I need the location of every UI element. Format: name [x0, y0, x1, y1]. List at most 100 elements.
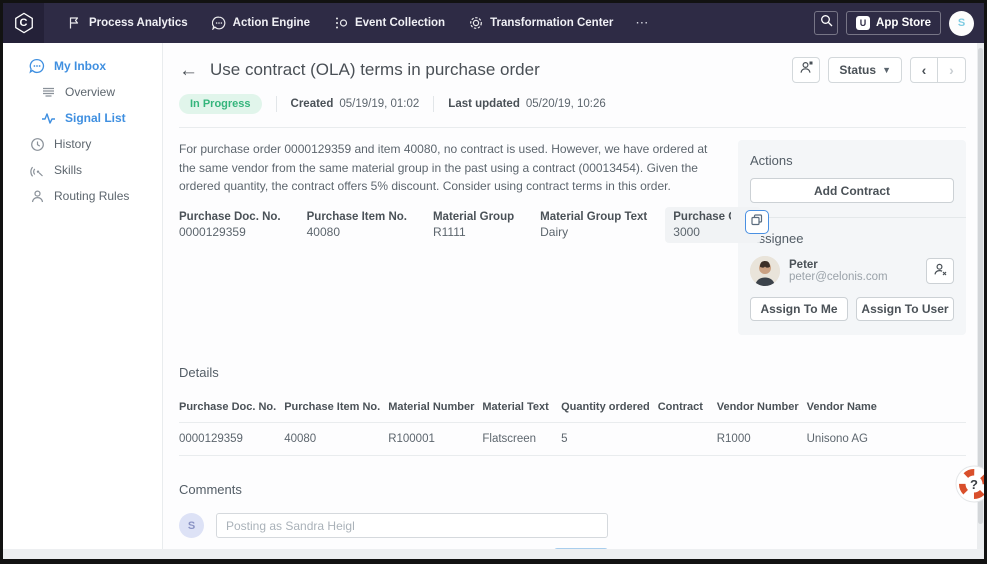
assign-to-me-button[interactable]: Assign To Me — [750, 297, 848, 321]
field-value: 3000 — [673, 225, 731, 239]
add-contract-button[interactable]: Add Contract — [750, 178, 954, 203]
comment-avatar: S — [179, 513, 204, 538]
nav-item-event-collection[interactable]: Event Collection — [322, 3, 457, 43]
page-title: Use contract (OLA) terms in purchase ord… — [210, 60, 540, 80]
details-table: Purchase Doc. No. Purchase Item No. Mate… — [179, 392, 966, 456]
divider — [276, 96, 277, 112]
nav-item-process-analytics[interactable]: Process Analytics — [56, 3, 200, 43]
comments-section: Comments S SEND — [179, 482, 966, 549]
table-cell: 40080 — [284, 423, 388, 456]
sidebar-item-overview[interactable]: Overview — [3, 79, 162, 105]
header-controls: Status ▼ ‹ › — [792, 57, 966, 83]
pulse-icon — [40, 111, 56, 126]
sidebar-item-label: Overview — [65, 85, 115, 99]
nav-menu: Process Analytics Action Engine Event Co… — [56, 3, 660, 43]
sidebar-item-history[interactable]: History — [3, 131, 162, 157]
sidebar-item-label: Signal List — [65, 111, 126, 125]
assignee-info: Peter peter@celonis.com — [789, 259, 888, 283]
comments-title: Comments — [179, 482, 966, 497]
field-label: Material Group Text — [540, 211, 647, 223]
app-store-icon: U — [856, 16, 870, 30]
column-header: Vendor Name — [807, 392, 966, 423]
assignee-avatar — [750, 256, 780, 286]
nav-more-menu[interactable]: ⋯ — [625, 15, 660, 31]
back-button[interactable]: ← — [179, 61, 198, 80]
sidebar-item-routing-rules[interactable]: Routing Rules — [3, 183, 162, 209]
column-header: Material Text — [482, 392, 561, 423]
column-header: Material Number — [388, 392, 482, 423]
sidebar-item-label: Routing Rules — [54, 189, 129, 203]
field-material-group: Material Group R1111 — [433, 211, 514, 239]
field-label: Purchase Item No. — [307, 211, 407, 223]
field-label: Purchase Organiz — [673, 211, 731, 223]
pipeline-icon — [334, 16, 348, 30]
meta-row: In Progress Created 05/19/19, 01:02 Last… — [179, 94, 966, 128]
column-header: Vendor Number — [717, 392, 807, 423]
nav-item-transformation-center[interactable]: Transformation Center — [457, 3, 625, 43]
field-purchase-item-no: Purchase Item No. 40080 — [307, 211, 407, 239]
field-value: 40080 — [307, 225, 407, 239]
celonis-logo[interactable]: C — [3, 3, 44, 43]
search-button[interactable] — [814, 11, 838, 35]
assignee-row: Peter peter@celonis.com — [750, 256, 954, 286]
details-title: Details — [179, 365, 966, 380]
status-badge: In Progress — [179, 94, 262, 114]
person-remove-icon — [933, 262, 948, 280]
assign-person-button[interactable] — [792, 57, 820, 83]
sidebar-item-label: Skills — [54, 163, 82, 177]
gear-icon — [469, 16, 483, 30]
table-cell: Unisono AG — [807, 423, 966, 456]
top-navbar: C Process Analytics Action Engine Eve — [3, 3, 984, 43]
help-button[interactable]: ? — [955, 465, 987, 503]
prev-signal-button[interactable]: ‹ — [910, 57, 938, 83]
table-row[interactable]: 0000129359 40080 R100001 Flatscreen 5 R1… — [179, 423, 966, 456]
nav-item-action-engine[interactable]: Action Engine — [200, 3, 322, 43]
assign-buttons: Assign To Me Assign To User — [750, 297, 954, 321]
user-avatar[interactable]: S — [949, 11, 974, 36]
field-value: 0000129359 — [179, 225, 281, 239]
chevron-down-icon: ▼ — [882, 65, 891, 75]
app-store-button[interactable]: U App Store — [846, 11, 941, 35]
details-header-row: Purchase Doc. No. Purchase Item No. Mate… — [179, 392, 966, 423]
svg-text:?: ? — [970, 477, 978, 492]
details-section: Details Purchase Doc. No. Purchase Item … — [179, 365, 966, 456]
remove-assignee-button[interactable] — [926, 258, 954, 284]
signal-waves-icon — [29, 163, 45, 178]
send-row: SEND — [179, 548, 608, 549]
comment-input[interactable] — [216, 513, 608, 538]
sidebar-item-signal-list[interactable]: Signal List — [3, 105, 162, 131]
assign-to-user-button[interactable]: Assign To User — [856, 297, 954, 321]
main-content: ← Use contract (OLA) terms in purchase o… — [163, 43, 984, 549]
scrollbar-thumb[interactable] — [978, 48, 983, 524]
inbox-chat-icon — [29, 58, 45, 74]
comment-compose-row: S — [179, 513, 966, 538]
pager: ‹ › — [910, 57, 966, 83]
chat-bubble-icon — [212, 16, 226, 30]
field-purchase-organization[interactable]: Purchase Organiz 3000 — [665, 207, 761, 243]
table-cell: Flatscreen — [482, 423, 561, 456]
navbar-right: U App Store S — [814, 11, 984, 36]
copy-button[interactable] — [745, 210, 769, 234]
column-header: Quantity ordered — [561, 392, 658, 423]
sidebar-item-label: My Inbox — [54, 59, 106, 73]
list-lines-icon — [40, 85, 56, 100]
divider — [433, 96, 434, 112]
sidebar-item-my-inbox[interactable]: My Inbox — [3, 53, 162, 79]
signal-main-row: For purchase order 0000129359 and item 4… — [179, 140, 966, 335]
body: My Inbox Overview Signal List History — [3, 43, 984, 549]
field-label: Material Group — [433, 211, 514, 223]
table-cell — [658, 423, 717, 456]
copy-icon — [751, 213, 763, 231]
next-signal-button[interactable]: › — [938, 57, 966, 83]
sidebar-item-skills[interactable]: Skills — [3, 157, 162, 183]
field-purchase-doc-no: Purchase Doc. No. 0000129359 — [179, 211, 281, 239]
sidebar: My Inbox Overview Signal List History — [3, 43, 163, 549]
signal-body: For purchase order 0000129359 and item 4… — [179, 140, 738, 243]
history-clock-icon — [29, 137, 45, 152]
send-button[interactable]: SEND — [554, 548, 608, 549]
table-cell: R1000 — [717, 423, 807, 456]
field-value: Dairy — [540, 225, 647, 239]
status-dropdown[interactable]: Status ▼ — [828, 57, 902, 83]
page-bottom-shadow — [3, 549, 984, 559]
updated-value: 05/20/19, 10:26 — [526, 98, 606, 110]
